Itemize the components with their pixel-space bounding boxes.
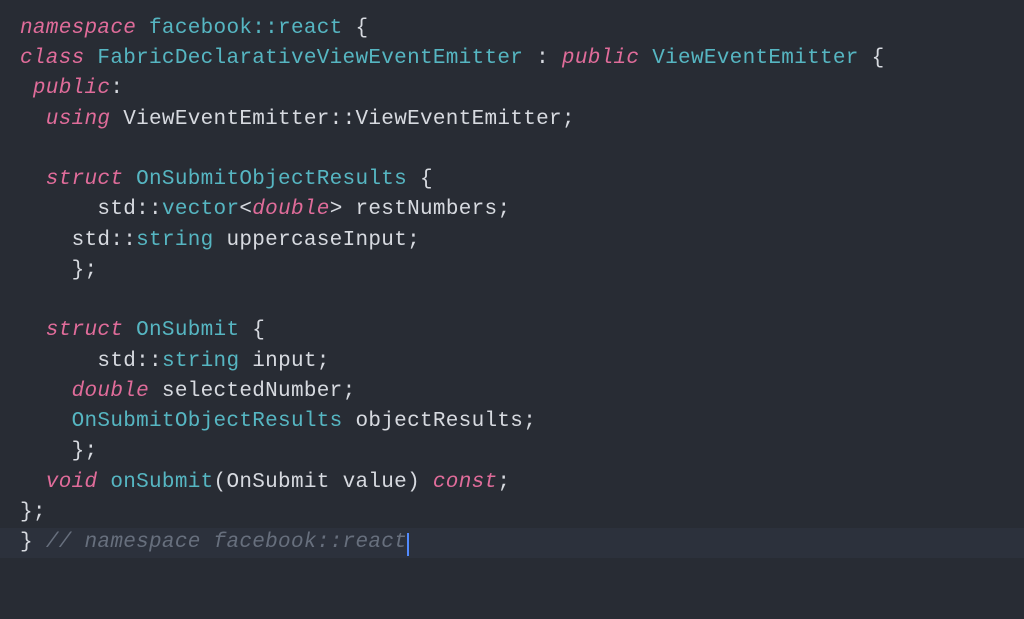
- code-line-3: public:: [0, 74, 1024, 104]
- keyword-struct: struct: [20, 168, 123, 191]
- code-line-16: void onSubmit(OnSubmit value) const;: [0, 468, 1024, 498]
- code-block: namespace facebook::react { class Fabric…: [0, 14, 1024, 558]
- param-name: value: [330, 471, 407, 494]
- member-input: input: [239, 350, 316, 373]
- code-line-7: std::vector<double> restNumbers;: [0, 195, 1024, 225]
- keyword-using: using: [20, 108, 110, 131]
- comment-namespace: // namespace facebook::react: [46, 531, 407, 554]
- keyword-public: public: [562, 47, 639, 70]
- namespace-name: facebook::react: [149, 17, 343, 40]
- code-line-14: OnSubmitObjectResults objectResults;: [0, 407, 1024, 437]
- scope-name: ViewEventEmitter: [110, 108, 329, 131]
- base-class: ViewEventEmitter: [652, 47, 858, 70]
- keyword-namespace: namespace: [20, 17, 136, 40]
- type-string: string: [162, 350, 239, 373]
- member-objectresults: objectResults: [343, 410, 524, 433]
- code-line-blank-5: [0, 135, 1024, 165]
- keyword-const: const: [433, 471, 498, 494]
- type-string: string: [136, 229, 213, 252]
- code-line-11: struct OnSubmit {: [0, 316, 1024, 346]
- member-uppercaseinput: uppercaseInput: [214, 229, 408, 252]
- class-name: FabricDeclarativeViewEventEmitter: [97, 47, 523, 70]
- code-line-8: std::string uppercaseInput;: [0, 226, 1024, 256]
- keyword-public-access: public: [20, 77, 110, 100]
- code-line-blank-10: [0, 286, 1024, 316]
- code-line-1: namespace facebook::react {: [0, 14, 1024, 44]
- struct-name: OnSubmitObjectResults: [136, 168, 407, 191]
- code-line-13: double selectedNumber;: [0, 377, 1024, 407]
- keyword-void: void: [20, 471, 97, 494]
- keyword-double: double: [252, 198, 329, 221]
- member-restnumbers: restNumbers: [356, 198, 498, 221]
- struct-name-onsubmit: OnSubmit: [136, 319, 239, 342]
- keyword-struct: struct: [20, 319, 123, 342]
- code-line-17: };: [0, 498, 1024, 528]
- keyword-double: double: [20, 380, 149, 403]
- text-cursor: [407, 533, 409, 556]
- type-vector: vector: [162, 198, 239, 221]
- keyword-class: class: [20, 47, 85, 70]
- code-line-4: using ViewEventEmitter::ViewEventEmitter…: [0, 105, 1024, 135]
- code-line-18: } // namespace facebook::react: [0, 528, 1024, 558]
- code-line-2: class FabricDeclarativeViewEventEmitter …: [0, 44, 1024, 74]
- constructor-name: ViewEventEmitter: [355, 108, 561, 131]
- member-selectednumber: selectedNumber: [149, 380, 343, 403]
- code-line-6: struct OnSubmitObjectResults {: [0, 165, 1024, 195]
- type-onsubmitobjectresults: OnSubmitObjectResults: [20, 410, 343, 433]
- code-line-12: std::string input;: [0, 347, 1024, 377]
- param-type: OnSubmit: [226, 471, 329, 494]
- function-onsubmit: onSubmit: [110, 471, 213, 494]
- code-line-15: };: [0, 437, 1024, 467]
- code-line-9: };: [0, 256, 1024, 286]
